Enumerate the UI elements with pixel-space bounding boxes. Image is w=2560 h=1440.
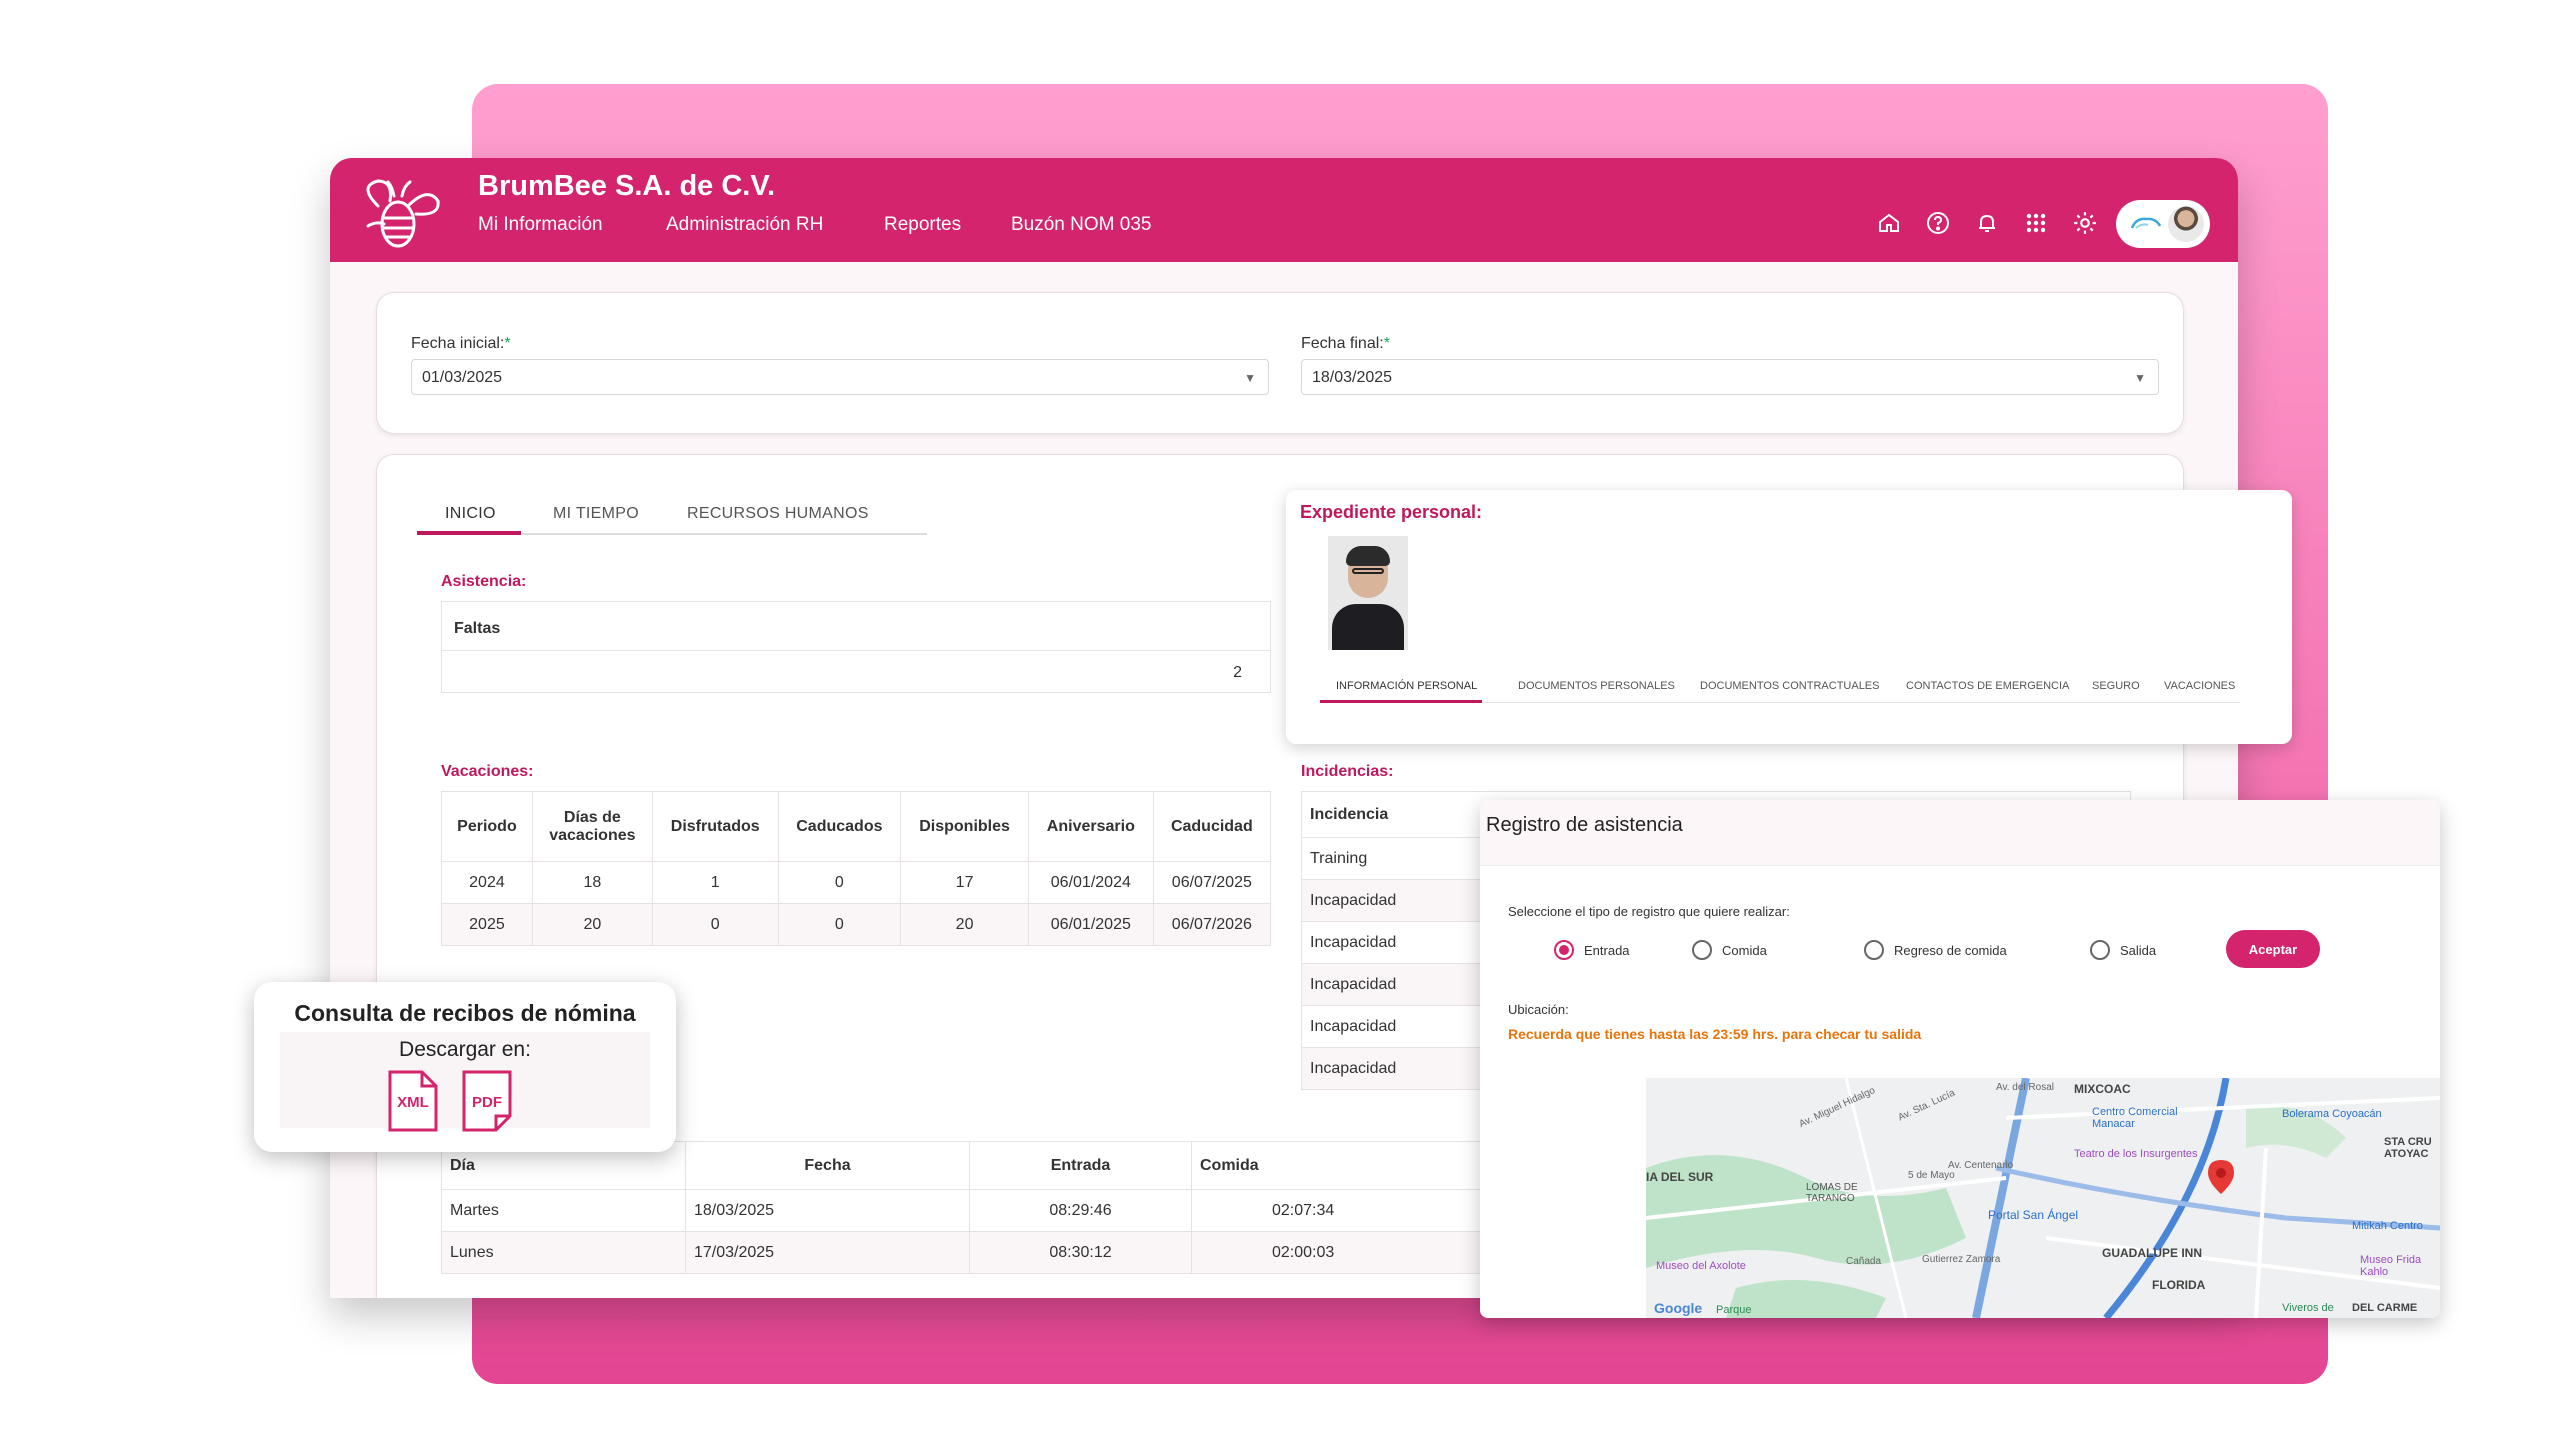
ubicacion-label: Ubicación: bbox=[1508, 1002, 1569, 1017]
col-entrada: Entrada bbox=[969, 1141, 1192, 1190]
nav-buzon-nom-035[interactable]: Buzón NOM 035 bbox=[1011, 214, 1151, 236]
start-date-label: Fecha inicial:* bbox=[411, 335, 511, 352]
col-aniversario: Aniversario bbox=[1027, 791, 1154, 862]
gear-icon[interactable] bbox=[2070, 208, 2100, 238]
col-fecha: Fecha bbox=[685, 1141, 970, 1190]
recibos-subtitle: Descargar en: bbox=[399, 1038, 531, 1061]
tab-active-indicator bbox=[417, 531, 521, 535]
pdf-file-icon[interactable]: PDF bbox=[462, 1070, 512, 1132]
option-comida[interactable]: Comida bbox=[1692, 940, 1767, 960]
tab-documentos-contractuales[interactable]: DOCUMENTOS CONTRACTUALES bbox=[1700, 680, 1879, 692]
nav-reportes[interactable]: Reportes bbox=[884, 214, 961, 236]
avatar[interactable] bbox=[2168, 206, 2204, 242]
vacaciones-table: Periodo Días de vacaciones Disfrutados C… bbox=[441, 791, 1272, 946]
radio-comida[interactable] bbox=[1692, 940, 1712, 960]
start-date-select[interactable]: 01/03/2025 ▼ bbox=[411, 359, 1269, 395]
employee-photo bbox=[1328, 536, 1408, 650]
nav-administracion-rh[interactable]: Administración RH bbox=[666, 214, 823, 236]
tab-mi-tiempo[interactable]: MI TIEMPO bbox=[553, 505, 639, 523]
col-caducidad: Caducidad bbox=[1152, 791, 1272, 862]
cloud-logo-icon bbox=[2130, 217, 2162, 229]
tab-active-indicator bbox=[1320, 700, 1482, 703]
start-date-value: 01/03/2025 bbox=[422, 369, 503, 386]
checkout-warning: Recuerda que tienes hasta las 23:59 hrs.… bbox=[1508, 1026, 1922, 1042]
bell-icon[interactable] bbox=[1972, 208, 2002, 238]
recibos-card: Consulta de recibos de nómina Descargar … bbox=[254, 982, 676, 1152]
date-filter-panel: Fecha inicial:* 01/03/2025 ▼ Fecha final… bbox=[376, 292, 2184, 434]
col-caducados: Caducados bbox=[777, 791, 902, 862]
top-bar: BrumBee S.A. de C.V. Mi Información Admi… bbox=[330, 158, 2238, 262]
help-icon[interactable] bbox=[1923, 208, 1953, 238]
recibos-title: Consulta de recibos de nómina bbox=[294, 1000, 636, 1026]
option-entrada[interactable]: Entrada bbox=[1554, 940, 1630, 960]
table-row: 2024 18 1 0 17 06/01/2024 06/07/2025 bbox=[441, 861, 1272, 904]
radio-entrada[interactable] bbox=[1554, 940, 1574, 960]
faltas-value: 2 bbox=[1233, 664, 1242, 681]
tab-informacion-personal[interactable]: INFORMACIÓN PERSONAL bbox=[1336, 680, 1477, 692]
faltas-header: Faltas bbox=[454, 620, 501, 637]
chevron-down-icon: ▼ bbox=[1244, 371, 1256, 385]
google-logo: Google bbox=[1654, 1300, 1703, 1316]
col-disfrutados: Disfrutados bbox=[651, 791, 779, 862]
end-date-value: 18/03/2025 bbox=[1312, 369, 1393, 386]
company-name: BrumBee S.A. de C.V. bbox=[478, 170, 776, 202]
chevron-down-icon: ▼ bbox=[2134, 371, 2146, 385]
vacaciones-title: Vacaciones: bbox=[441, 763, 534, 780]
xml-file-icon[interactable]: XML bbox=[388, 1070, 438, 1132]
location-pin-icon bbox=[2208, 1160, 2234, 1194]
option-salida[interactable]: Salida bbox=[2090, 940, 2156, 960]
location-map[interactable]: MIXCOAC Centro Comercial Manacar Boleram… bbox=[1646, 1078, 2440, 1318]
col-disponibles: Disponibles bbox=[900, 791, 1029, 862]
table-row: 2025 20 0 0 20 06/01/2025 06/07/2026 bbox=[441, 903, 1272, 946]
divider bbox=[442, 650, 1270, 651]
radio-regreso-comida[interactable] bbox=[1864, 940, 1884, 960]
option-regreso-comida[interactable]: Regreso de comida bbox=[1864, 940, 2007, 960]
tab-vacaciones[interactable]: VACACIONES bbox=[2164, 680, 2235, 692]
tab-inicio[interactable]: INICIO bbox=[445, 505, 496, 523]
col-periodo: Periodo bbox=[441, 791, 533, 862]
end-date-select[interactable]: 18/03/2025 ▼ bbox=[1301, 359, 2159, 395]
expediente-card: Expediente personal: INFORMACIÓN PERSONA… bbox=[1286, 490, 2292, 744]
asistencia-table: Faltas 2 bbox=[441, 601, 1271, 693]
expediente-title: Expediente personal: bbox=[1300, 502, 1483, 522]
asistencia-title: Asistencia: bbox=[441, 573, 527, 590]
registro-title: Registro de asistencia bbox=[1486, 814, 1683, 836]
tab-contactos-emergencia[interactable]: CONTACTOS DE EMERGENCIA bbox=[1906, 680, 2069, 692]
radio-salida[interactable] bbox=[2090, 940, 2110, 960]
registro-prompt: Seleccione el tipo de registro que quier… bbox=[1508, 904, 1790, 919]
registro-asistencia-card: Registro de asistencia Seleccione el tip… bbox=[1480, 800, 2440, 1318]
apps-grid-icon[interactable] bbox=[2021, 208, 2051, 238]
tab-documentos-personales[interactable]: DOCUMENTOS PERSONALES bbox=[1518, 680, 1675, 692]
bee-logo-icon[interactable] bbox=[348, 166, 448, 256]
aceptar-button[interactable]: Aceptar bbox=[2226, 930, 2320, 968]
nav-mi-informacion[interactable]: Mi Información bbox=[478, 214, 603, 236]
home-icon[interactable] bbox=[1874, 208, 1904, 238]
tab-seguro[interactable]: SEGURO bbox=[2092, 680, 2140, 692]
incidencias-title: Incidencias: bbox=[1301, 763, 1394, 780]
end-date-label: Fecha final:* bbox=[1301, 335, 1390, 352]
tab-recursos-humanos[interactable]: RECURSOS HUMANOS bbox=[687, 505, 869, 523]
col-dias-vacaciones: Días de vacaciones bbox=[531, 791, 653, 862]
